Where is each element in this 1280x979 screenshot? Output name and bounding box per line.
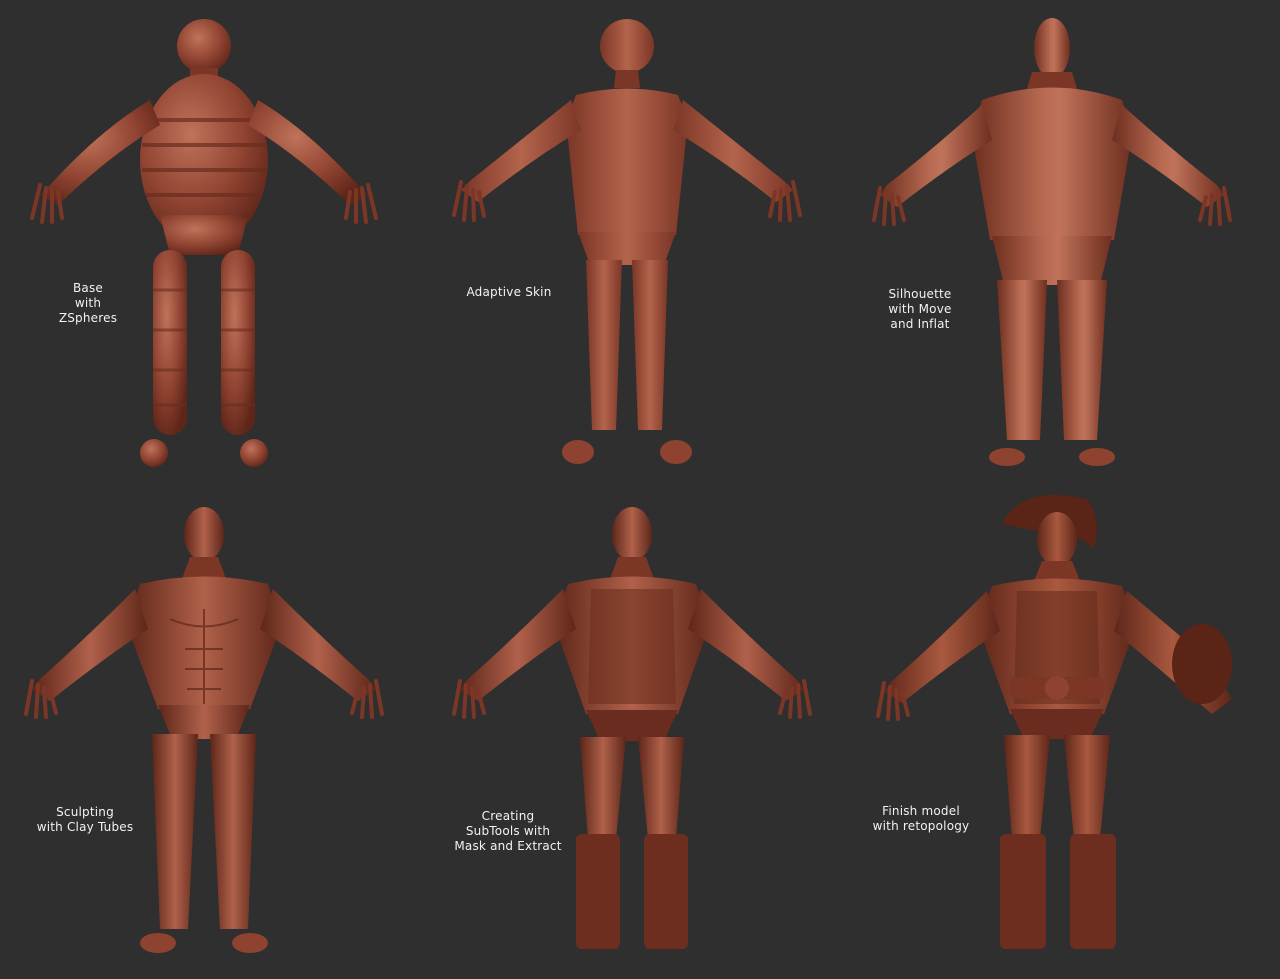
stage-panel-clay-tubes: Sculpting with Clay Tubes: [0, 489, 426, 979]
stage-caption: Adaptive Skin: [466, 285, 552, 299]
stage-panel-zspheres: Base with ZSpheres: [0, 0, 426, 489]
adaptive-skin-figure: [452, 19, 802, 464]
progress-sheet: Base with ZSpheres Adaptive Skin Silhoue…: [0, 0, 1280, 979]
stage-caption: Creating SubTools with Mask and Extract: [454, 809, 562, 853]
silhouette-figure: [872, 18, 1232, 466]
stage-panel-finished: Finish model with retopology: [852, 489, 1280, 979]
stage-panel-silhouette: Silhouette with Move and Inflat: [852, 0, 1280, 489]
stage-caption: Base with ZSpheres: [58, 281, 118, 325]
stage-panel-adaptive-skin: Adaptive Skin: [426, 0, 852, 489]
stage-caption: Sculpting with Clay Tubes: [36, 805, 134, 834]
finished-model-figure: [876, 494, 1232, 949]
zsphere-base-figure: [30, 19, 378, 467]
stage-caption: Finish model with retopology: [872, 804, 970, 833]
stage-panel-subtools: Creating SubTools with Mask and Extract: [426, 489, 852, 979]
clay-tubes-figure: [24, 507, 384, 953]
stage-caption: Silhouette with Move and Inflat: [888, 287, 952, 331]
subtools-figure: [452, 507, 812, 949]
